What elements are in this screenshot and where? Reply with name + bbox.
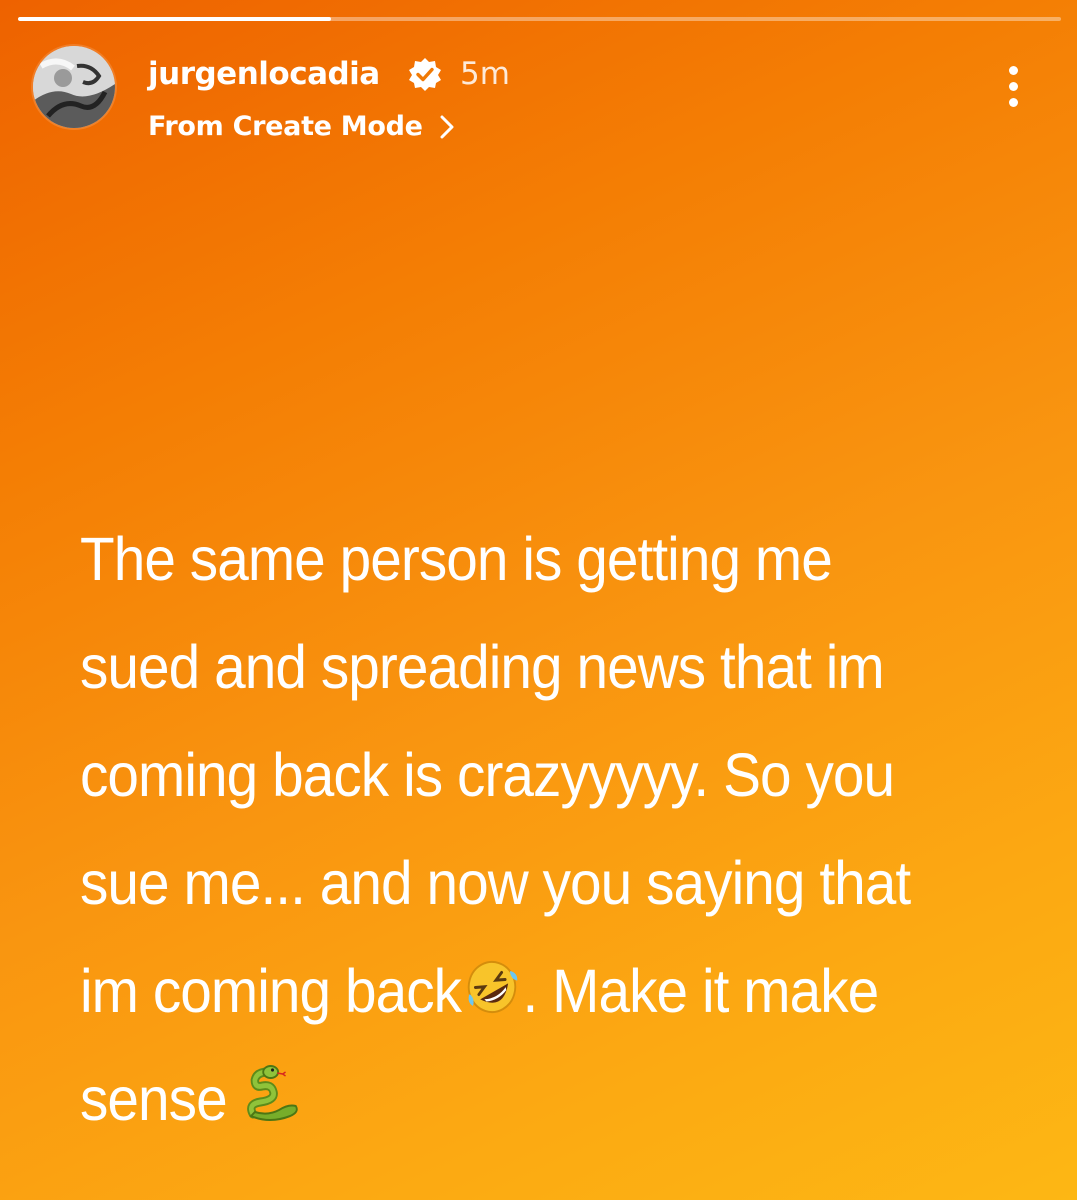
story-progress-fill	[18, 17, 331, 21]
from-create-mode-link[interactable]: From Create Mode	[148, 107, 457, 147]
source-label: From Create Mode	[148, 111, 423, 142]
story-text: The same person is getting me sued and s…	[80, 505, 945, 1153]
verified-badge-icon	[409, 58, 441, 91]
menu-dot	[1009, 98, 1018, 107]
snake-emoji	[246, 1065, 298, 1121]
chevron-right-icon	[440, 115, 454, 139]
more-options-icon[interactable]	[996, 62, 1032, 110]
rolling-on-floor-laughing-emoji	[467, 961, 518, 1013]
story-viewer[interactable]: jurgenlocadia 5m From Create Mode The sa…	[0, 0, 1077, 1200]
menu-dot	[1009, 82, 1018, 91]
story-progress-bar	[18, 17, 1061, 21]
post-time: 5m	[460, 56, 510, 92]
menu-dot	[1009, 66, 1018, 75]
username[interactable]: jurgenlocadia	[148, 52, 380, 96]
avatar[interactable]	[33, 46, 115, 128]
story-text-part: The same person is getting me sued and s…	[80, 525, 911, 1025]
